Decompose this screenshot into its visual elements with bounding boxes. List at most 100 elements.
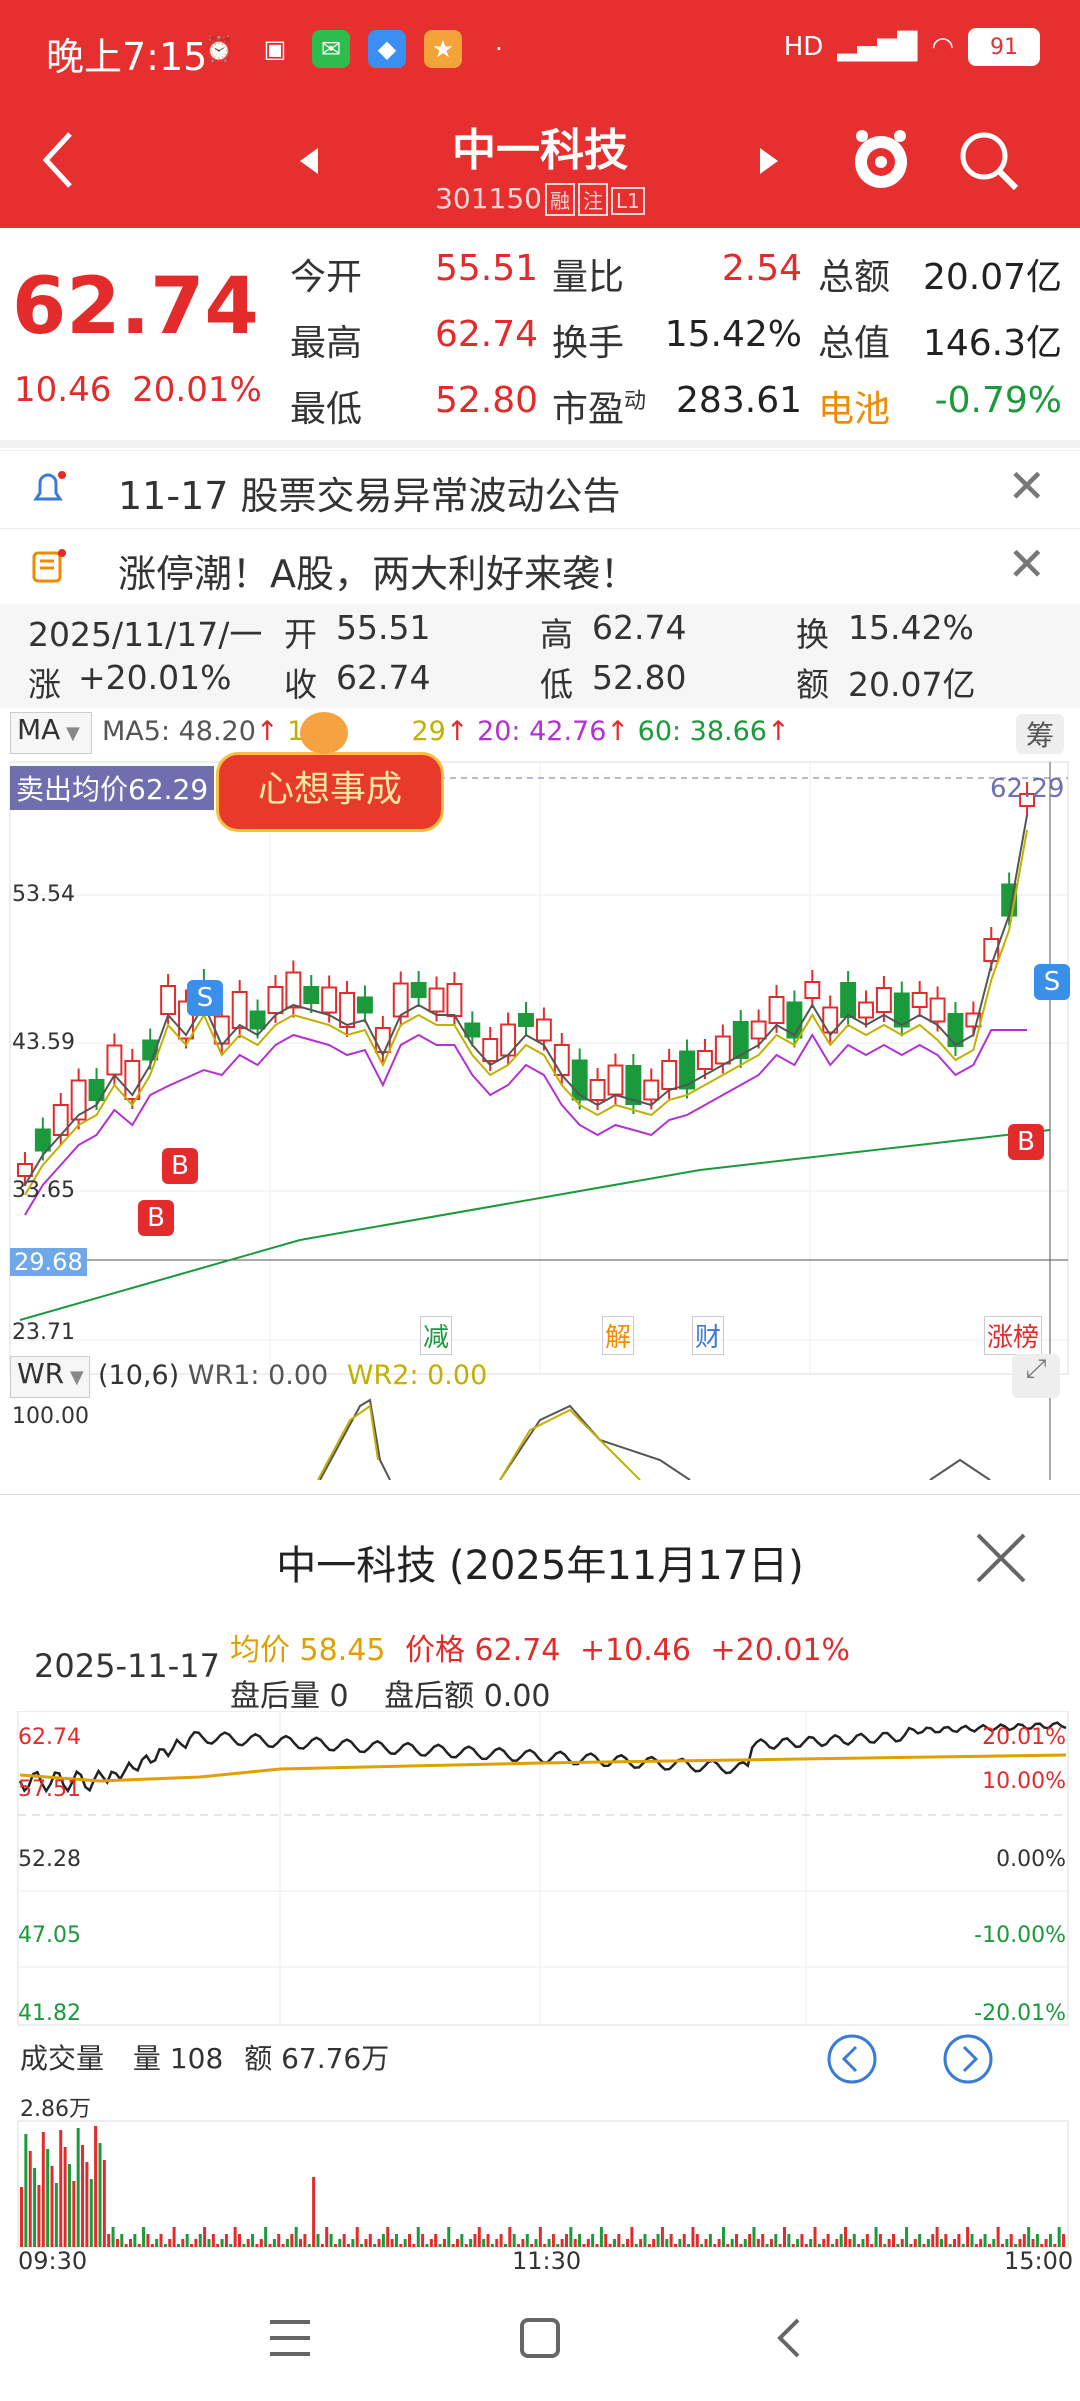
axis-label: 33.65 bbox=[12, 1178, 75, 1203]
volume-bar bbox=[181, 2239, 185, 2247]
volume-bar bbox=[211, 2234, 215, 2247]
volume-bar bbox=[839, 2234, 843, 2247]
expand-icon[interactable]: ⤢ bbox=[1012, 1354, 1060, 1398]
volume-bar bbox=[150, 2244, 154, 2247]
volume-bar bbox=[238, 2234, 241, 2247]
menu-icon[interactable] bbox=[268, 2316, 312, 2360]
volume-bar bbox=[63, 2147, 67, 2247]
volume-bar bbox=[294, 2227, 298, 2247]
volume-bar bbox=[137, 2244, 141, 2247]
sticker-badge[interactable]: 心想事成 bbox=[216, 752, 444, 832]
close-icon[interactable]: ✕ bbox=[1007, 459, 1046, 513]
notice-announcement[interactable]: 11-17 股票交易异常波动公告 ✕ bbox=[0, 450, 1080, 525]
pe-value: 283.61 bbox=[676, 380, 802, 421]
s-marker[interactable]: S bbox=[1034, 964, 1070, 1000]
volume-bar bbox=[953, 2239, 957, 2247]
volume-bar bbox=[652, 2239, 656, 2247]
status-icons: ⏰ ▣ ✉ ◆ ★ · bbox=[200, 30, 518, 68]
volume-bar bbox=[931, 2234, 935, 2247]
close-icon[interactable] bbox=[974, 1531, 1028, 1585]
next-minute-icon[interactable] bbox=[942, 2033, 994, 2085]
volume-bar bbox=[1062, 2234, 1066, 2247]
candle-body bbox=[106, 1044, 123, 1076]
wr-selector[interactable]: WR ▼ bbox=[10, 1356, 90, 1398]
volume-bar bbox=[983, 2234, 987, 2247]
open-value: 55.51 bbox=[434, 248, 538, 289]
volume-bar bbox=[316, 2234, 320, 2247]
low-label: 最低 bbox=[290, 389, 363, 430]
volume-bar bbox=[774, 2234, 778, 2247]
volume-bar bbox=[682, 2234, 686, 2247]
volume-bar bbox=[198, 2234, 202, 2247]
volume-bar bbox=[290, 2234, 294, 2247]
wr1-line bbox=[929, 1458, 991, 1480]
b-marker[interactable]: B bbox=[162, 1148, 198, 1184]
market-cap-value: 146.3亿 bbox=[922, 323, 1062, 364]
volume-ratio-value: 2.54 bbox=[721, 248, 802, 289]
mascot-icon[interactable] bbox=[850, 126, 912, 196]
volume-bar bbox=[582, 2244, 586, 2247]
b-marker[interactable]: B bbox=[138, 1200, 174, 1236]
volume-bar bbox=[704, 2239, 708, 2247]
volume-bar bbox=[512, 2234, 516, 2247]
event-unlock[interactable]: 解 bbox=[602, 1316, 635, 1355]
candle-body bbox=[643, 1079, 660, 1101]
volume-bar bbox=[85, 2162, 89, 2247]
volume-bar bbox=[844, 2227, 848, 2247]
notice-news[interactable]: 涨停潮！A股，两大利好来袭！ ✕ bbox=[0, 528, 1080, 603]
volume-bar bbox=[20, 2187, 23, 2247]
day-date: 2025/11/17/一 bbox=[28, 615, 263, 654]
after-hours-volume: 盘后量 0 bbox=[230, 1679, 349, 1714]
volume-bar bbox=[264, 2227, 268, 2247]
back-icon[interactable] bbox=[768, 2316, 812, 2360]
volume-bar bbox=[59, 2130, 63, 2247]
prev-minute-icon[interactable] bbox=[826, 2033, 878, 2085]
last-price: 价格 62.74 bbox=[404, 1633, 561, 1668]
volume-bar bbox=[935, 2227, 939, 2247]
volume-bar bbox=[874, 2227, 878, 2247]
close-icon[interactable]: ✕ bbox=[1007, 537, 1046, 591]
volume-bar bbox=[913, 2239, 917, 2247]
home-icon[interactable] bbox=[518, 2316, 562, 2360]
day-amt: 20.07亿 bbox=[848, 665, 976, 704]
tiger-icon bbox=[300, 712, 348, 754]
pe-sup: 动 bbox=[624, 389, 647, 414]
volume-bar bbox=[922, 2244, 926, 2247]
sector-label[interactable]: 电池 bbox=[818, 380, 890, 432]
volume-bar bbox=[207, 2239, 211, 2247]
day-high-label: 高 bbox=[540, 615, 573, 654]
next-stock-icon[interactable] bbox=[758, 146, 780, 176]
news-icon bbox=[32, 549, 66, 583]
b-marker[interactable]: B bbox=[1008, 1124, 1044, 1160]
volume-bar bbox=[1022, 2234, 1026, 2247]
volume-bar bbox=[325, 2227, 329, 2247]
volume-bar bbox=[277, 2234, 281, 2247]
volume-bar bbox=[285, 2239, 289, 2247]
volume-bar bbox=[224, 2234, 228, 2247]
volume-bar bbox=[133, 2234, 137, 2247]
event-limit-up-list[interactable]: 涨榜 bbox=[984, 1316, 1043, 1355]
time-axis-label: 11:30 bbox=[512, 2247, 582, 2275]
candle-body bbox=[17, 1163, 33, 1177]
notice-text: 涨停潮！A股，两大利好来袭！ bbox=[118, 552, 638, 596]
volume-bar bbox=[473, 2234, 477, 2247]
candle-body bbox=[518, 1013, 534, 1027]
volume-bar bbox=[608, 2244, 612, 2247]
s-marker[interactable]: S bbox=[187, 980, 223, 1016]
wr-top-label: 100.00 bbox=[12, 1404, 89, 1429]
volume-bar bbox=[800, 2234, 804, 2247]
volume-bar bbox=[525, 2234, 529, 2247]
event-reduce[interactable]: 减 bbox=[420, 1316, 453, 1355]
current-price: 62.74 bbox=[12, 262, 259, 352]
volume-bar bbox=[1048, 2234, 1052, 2247]
candle-body bbox=[303, 986, 320, 1004]
day-close: 62.74 bbox=[336, 658, 431, 697]
event-finance[interactable]: 财 bbox=[692, 1316, 725, 1355]
game-icon: ★ bbox=[424, 30, 462, 68]
volume-bar bbox=[974, 2244, 978, 2247]
search-icon[interactable] bbox=[958, 130, 1020, 192]
candle-body bbox=[285, 971, 302, 1009]
volume-bar bbox=[900, 2239, 904, 2247]
candle-body bbox=[231, 991, 248, 1029]
volume-bar bbox=[551, 2234, 555, 2247]
